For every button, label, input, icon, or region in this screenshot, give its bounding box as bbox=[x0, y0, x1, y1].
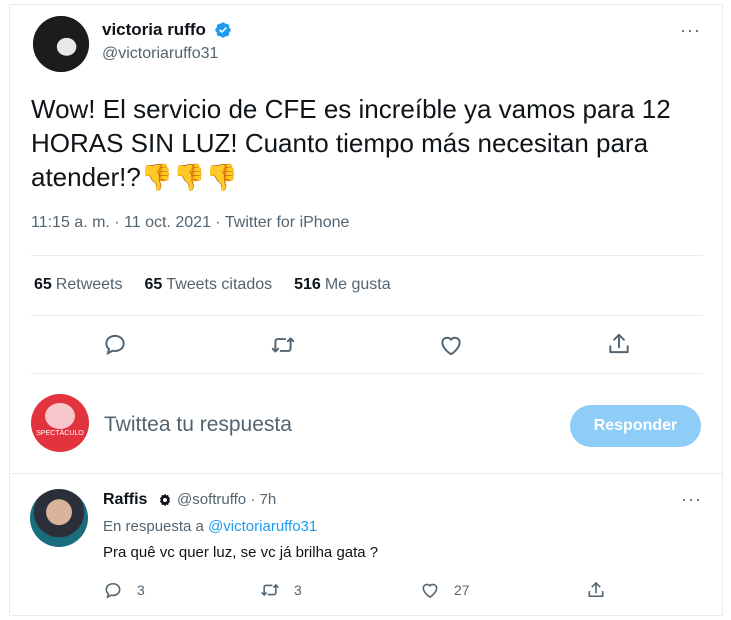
share-icon[interactable] bbox=[606, 331, 632, 357]
divider bbox=[31, 315, 703, 316]
tweet-timestamp[interactable]: 11:15 a. m. · 11 oct. 2021 · Twitter for… bbox=[31, 214, 349, 232]
verified-badge-icon bbox=[215, 22, 231, 38]
likes-stat[interactable]: 516 Me gusta bbox=[294, 276, 391, 294]
reply-icon bbox=[105, 582, 121, 599]
like-icon[interactable] bbox=[438, 332, 464, 358]
author-avatar[interactable] bbox=[33, 16, 89, 72]
tweet-text: Wow! El servicio de CFE es increíble ya … bbox=[31, 94, 671, 192]
reply-text: Pra quê vc quer luz, se vc já brilha gat… bbox=[103, 544, 379, 561]
retweet-icon bbox=[261, 584, 279, 596]
reply-author-handle[interactable]: @softruffo · 7h bbox=[177, 491, 276, 508]
current-user-avatar[interactable]: SPECTÁCULO bbox=[31, 394, 89, 452]
reply-like-action[interactable]: 27 bbox=[420, 580, 470, 600]
like-icon bbox=[422, 583, 438, 599]
share-icon bbox=[588, 582, 604, 598]
divider bbox=[9, 473, 723, 474]
reply-more-options-icon[interactable]: ··· bbox=[681, 489, 702, 510]
like-count: 27 bbox=[454, 582, 470, 598]
author-name[interactable]: victoria ruffo bbox=[102, 20, 206, 40]
retweet-count: 3 bbox=[294, 582, 302, 598]
retweet-icon[interactable] bbox=[270, 332, 296, 358]
quotes-stat[interactable]: 65 Tweets citados bbox=[145, 276, 273, 294]
reply-author-name[interactable]: Raffis bbox=[103, 491, 147, 509]
tweet-stats: 65 Retweets 65 Tweets citados 516 Me gusta bbox=[34, 276, 391, 294]
reply-button[interactable]: Responder bbox=[570, 405, 701, 447]
author-handle[interactable]: @victoriaruffo31 bbox=[102, 45, 218, 63]
reply-count: 3 bbox=[137, 582, 145, 598]
replying-to-link[interactable]: @victoriaruffo31 bbox=[208, 518, 317, 535]
divider bbox=[31, 255, 703, 256]
reply-author-avatar[interactable] bbox=[30, 489, 88, 547]
badge-icon bbox=[159, 493, 171, 507]
reply-icon[interactable] bbox=[102, 331, 128, 357]
reply-share-action[interactable] bbox=[586, 580, 606, 600]
more-options-icon[interactable]: ··· bbox=[680, 20, 701, 41]
retweets-stat[interactable]: 65 Retweets bbox=[34, 276, 123, 294]
replying-to: En respuesta a @victoriaruffo31 bbox=[103, 518, 318, 535]
divider bbox=[31, 373, 703, 374]
reply-reply-action[interactable]: 3 bbox=[103, 580, 145, 600]
reply-retweet-action[interactable]: 3 bbox=[260, 580, 302, 600]
reply-input[interactable]: Twittea tu respuesta bbox=[104, 413, 292, 437]
